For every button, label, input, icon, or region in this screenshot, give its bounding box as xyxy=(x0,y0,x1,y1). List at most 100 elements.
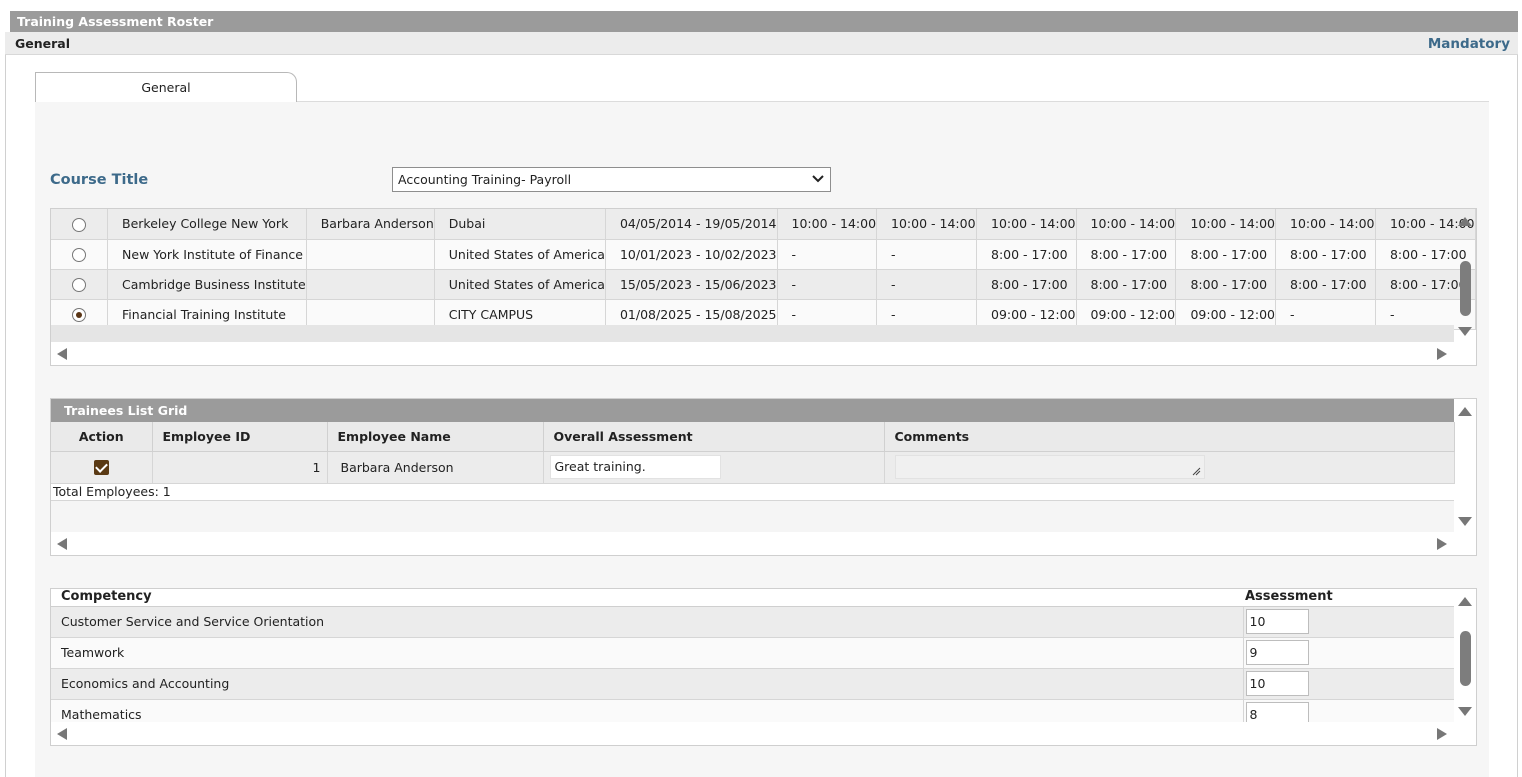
column-header-employee-id[interactable]: Employee ID xyxy=(152,422,328,452)
trainer-cell: Barbara Anderson xyxy=(306,209,435,240)
institute-cell: Cambridge Business Institute xyxy=(107,269,307,300)
trainees-empty-area xyxy=(51,501,1454,532)
time-slot-cell: 10:00 - 14:00 xyxy=(876,209,977,240)
time-slot-cell: 8:00 - 17:00 xyxy=(976,269,1077,300)
column-header-action[interactable]: Action xyxy=(51,422,153,452)
row-radio-button[interactable] xyxy=(72,307,87,322)
competency-grid: Competency Assessment Customer Service a… xyxy=(50,588,1477,746)
trainees-table: Action Employee ID Employee Name Overall… xyxy=(51,422,1455,484)
course-title-select[interactable]: Accounting Training- Payroll xyxy=(392,167,831,192)
schedule-horizontal-scroll-track[interactable] xyxy=(51,325,1454,342)
scroll-down-icon[interactable] xyxy=(1458,707,1472,716)
scroll-down-icon[interactable] xyxy=(1458,327,1472,336)
tab-general[interactable]: General xyxy=(35,72,297,102)
scroll-right-icon[interactable] xyxy=(1437,728,1447,740)
scroll-up-icon[interactable] xyxy=(1458,217,1472,226)
scroll-left-icon[interactable] xyxy=(57,728,67,740)
resize-handle-icon[interactable] xyxy=(1191,466,1201,476)
schedule-grid: Berkeley College New York Barbara Anderso… xyxy=(50,208,1477,366)
row-select-checkbox[interactable] xyxy=(93,460,109,475)
scroll-left-icon[interactable] xyxy=(57,348,67,360)
time-slot-cell: 10:00 - 14:00 xyxy=(1175,209,1276,240)
period-cell: 10/01/2023 - 10/02/2023 xyxy=(605,239,778,270)
mandatory-link[interactable]: Mandatory xyxy=(1428,36,1510,52)
scroll-down-icon[interactable] xyxy=(1458,517,1472,526)
scroll-left-icon[interactable] xyxy=(57,538,67,550)
schedule-row[interactable]: New York Institute of Finance United Stat… xyxy=(51,239,1476,270)
section-header: General Mandatory xyxy=(5,32,1518,55)
competency-viewport: Competency Assessment Customer Service a… xyxy=(51,589,1454,722)
schedule-vertical-scrollbar-thumb[interactable] xyxy=(1460,261,1471,316)
section-title: General xyxy=(15,36,70,51)
overall-assessment-input[interactable]: Great training. xyxy=(549,455,721,479)
radio-cell xyxy=(51,239,109,270)
period-cell: 04/05/2014 - 19/05/2014 xyxy=(605,209,778,240)
table-row: 1 Barbara Anderson Great training. xyxy=(51,451,1455,484)
assessment-input[interactable]: 10 xyxy=(1245,609,1309,634)
location-cell: United States of America xyxy=(434,269,606,300)
competency-name: Economics and Accounting xyxy=(51,668,1243,700)
competency-name: Mathematics xyxy=(51,699,1243,722)
competency-vertical-scrollbar-thumb[interactable] xyxy=(1460,631,1471,686)
scroll-right-icon[interactable] xyxy=(1437,348,1447,360)
competency-name: Teamwork xyxy=(51,637,1243,669)
time-slot-cell: 8:00 - 17:00 xyxy=(1175,269,1276,300)
time-slot-cell: 8:00 - 17:00 xyxy=(1076,239,1177,270)
assessment-input[interactable]: 9 xyxy=(1245,640,1309,665)
schedule-table: Berkeley College New York Barbara Anderso… xyxy=(51,209,1476,330)
row-radio-button[interactable] xyxy=(72,247,87,262)
competency-table: Competency Assessment Customer Service a… xyxy=(51,589,1454,722)
time-slot-cell: 8:00 - 17:00 xyxy=(1175,239,1276,270)
row-radio-button[interactable] xyxy=(72,217,87,232)
period-cell: 15/05/2023 - 15/06/2023 xyxy=(605,269,778,300)
table-row: Customer Service and Service Orientation… xyxy=(51,606,1454,638)
total-employees: Total Employees: 1 xyxy=(51,485,1454,501)
trainees-grid-title: Trainees List Grid xyxy=(51,399,1454,422)
time-slot-cell: - xyxy=(876,239,977,270)
location-cell: United States of America xyxy=(434,239,606,270)
column-header-assessment[interactable]: Assessment xyxy=(1243,589,1454,607)
time-slot-cell: 10:00 - 14:00 xyxy=(1275,209,1376,240)
time-slot-cell: 10:00 - 14:00 xyxy=(777,209,878,240)
table-row: Economics and Accounting 10 xyxy=(51,668,1454,700)
time-slot-cell: 10:00 - 14:00 xyxy=(976,209,1077,240)
overall-assessment-cell: Great training. xyxy=(543,451,885,484)
time-slot-cell: 8:00 - 17:00 xyxy=(1076,269,1177,300)
radio-cell xyxy=(51,209,109,240)
schedule-row[interactable]: Berkeley College New York Barbara Anderso… xyxy=(51,209,1476,240)
institute-cell: Berkeley College New York xyxy=(107,209,307,240)
employee-name-cell: Barbara Anderson xyxy=(327,451,544,484)
scroll-up-icon[interactable] xyxy=(1458,597,1472,606)
assessment-cell: 8 xyxy=(1242,699,1454,722)
institute-cell: New York Institute of Finance xyxy=(107,239,307,270)
course-title-value: Accounting Training- Payroll xyxy=(398,172,572,187)
assessment-input[interactable]: 10 xyxy=(1245,671,1309,696)
scroll-right-icon[interactable] xyxy=(1437,538,1447,550)
schedule-row[interactable]: Cambridge Business Institute United State… xyxy=(51,269,1476,300)
row-radio-button[interactable] xyxy=(72,277,87,292)
location-cell: Dubai xyxy=(434,209,606,240)
table-row: Teamwork 9 xyxy=(51,637,1454,669)
action-cell xyxy=(51,451,153,484)
trainees-grid: Trainees List Grid Action Employee ID Em… xyxy=(50,398,1477,556)
window-title-bar: Training Assessment Roster xyxy=(10,11,1518,32)
time-slot-cell: 8:00 - 17:00 xyxy=(1275,239,1376,270)
scroll-up-icon[interactable] xyxy=(1458,407,1472,416)
comments-textarea[interactable] xyxy=(894,455,1205,479)
employee-id-cell: 1 xyxy=(152,451,328,484)
column-header-competency[interactable]: Competency xyxy=(51,589,1243,607)
trainer-cell xyxy=(306,269,435,300)
column-header-comments[interactable]: Comments xyxy=(884,422,1455,452)
column-header-overall-assessment[interactable]: Overall Assessment xyxy=(543,422,885,452)
time-slot-cell: - xyxy=(777,239,878,270)
time-slot-cell: - xyxy=(876,269,977,300)
table-row: Mathematics 8 xyxy=(51,699,1454,722)
column-header-employee-name[interactable]: Employee Name xyxy=(327,422,544,452)
time-slot-cell: 8:00 - 17:00 xyxy=(1275,269,1376,300)
radio-cell xyxy=(51,269,109,300)
assessment-input[interactable]: 8 xyxy=(1245,702,1309,722)
assessment-cell: 10 xyxy=(1242,606,1454,638)
time-slot-cell: 10:00 - 14:00 xyxy=(1076,209,1177,240)
trainer-cell xyxy=(306,239,435,270)
course-title-label: Course Title xyxy=(50,172,149,188)
